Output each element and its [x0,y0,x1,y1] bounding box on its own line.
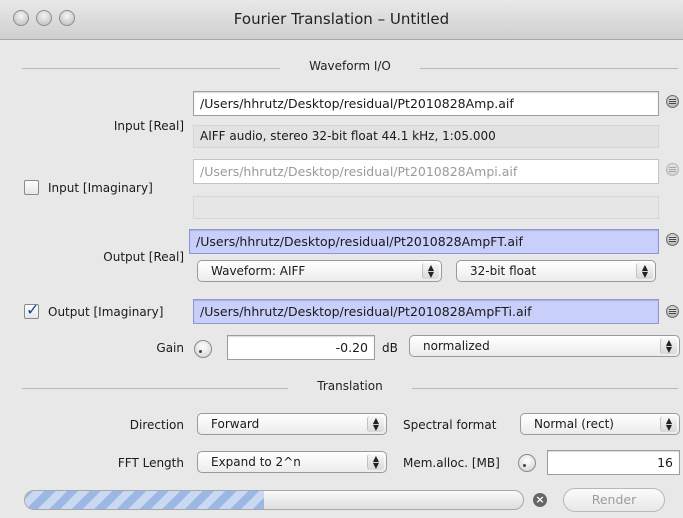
section-divider-right [412,388,678,389]
input-imaginary-label: Input [Imaginary] [48,181,153,195]
spectral-format-value: Normal (rect) [534,417,614,431]
input-imaginary-browse-icon[interactable] [666,163,679,176]
direction-popup[interactable]: Forward ▲ ▼ [197,413,387,435]
gain-label: Gain [156,341,184,355]
popup-arrows-icon: ▲ ▼ [367,454,384,470]
mem-alloc-dial-icon[interactable] [518,454,536,472]
popup-arrows-icon: ▲ ▼ [660,338,677,354]
translation-header: Translation [317,379,383,393]
progress-fill [25,491,265,509]
direction-value: Forward [211,417,260,431]
gain-mode-popup[interactable]: normalized ▲ ▼ [409,335,680,357]
input-real-browse-icon[interactable] [666,95,679,108]
gain-dial-icon[interactable] [194,340,212,358]
output-resolution-value: 32-bit float [470,264,537,278]
input-real-label: Input [Real] [113,119,184,133]
input-imaginary-path-field[interactable]: /Users/hhrutz/Desktop/residual/Pt2010828… [193,159,659,184]
translation-section-header: Translation [22,378,678,398]
waveform-io-header: Waveform I/O [309,59,391,73]
arrow-down-icon: ▼ [427,270,435,279]
output-imaginary-browse-icon[interactable] [666,305,679,318]
gain-mode-value: normalized [423,339,490,353]
progress-bar [24,490,524,510]
waveform-io-section-header: Waveform I/O [22,58,678,78]
popup-arrows-icon: ▲ ▼ [660,416,677,432]
gain-value-field[interactable]: -0.20 [227,335,375,360]
output-format-value: Waveform: AIFF [211,264,306,278]
output-imaginary-path-field[interactable]: /Users/hhrutz/Desktop/residual/Pt2010828… [193,299,659,324]
output-imaginary-label: Output [Imaginary] [48,305,164,319]
window-title: Fourier Translation – Untitled [233,10,450,28]
render-button[interactable]: Render [563,488,665,512]
arrow-down-icon: ▼ [372,461,380,470]
output-format-popup[interactable]: Waveform: AIFF ▲ ▼ [197,260,442,282]
title-bar: Fourier Translation – Untitled [0,0,683,40]
mem-alloc-label: Mem.alloc. [MB] [403,456,500,470]
output-imaginary-checkbox[interactable]: ✓ [24,300,39,319]
input-imaginary-checkbox[interactable] [24,180,39,195]
stop-icon[interactable]: × [533,493,547,507]
popup-arrows-icon: ▲ ▼ [422,263,439,279]
arrow-down-icon: ▼ [665,345,673,354]
popup-arrows-icon: ▲ ▼ [367,416,384,432]
input-imaginary-info [193,196,659,219]
checkmark-icon: ✓ [26,300,40,319]
input-real-path-field[interactable]: /Users/hhrutz/Desktop/residual/Pt2010828… [193,91,659,116]
fft-length-value: Expand to 2^n [211,455,301,469]
section-divider-right [420,68,678,69]
output-resolution-popup[interactable]: 32-bit float ▲ ▼ [456,260,656,282]
arrow-down-icon: ▼ [641,270,649,279]
output-real-path-field[interactable]: /Users/hhrutz/Desktop/residual/Pt2010828… [189,229,659,254]
direction-label: Direction [129,418,184,432]
fft-length-popup[interactable]: Expand to 2^n ▲ ▼ [197,451,387,473]
gain-unit: dB [382,341,398,355]
arrow-down-icon: ▼ [665,423,673,432]
mem-alloc-field[interactable]: 16 [547,450,680,475]
output-real-browse-icon[interactable] [666,233,679,246]
spectral-format-popup[interactable]: Normal (rect) ▲ ▼ [520,413,680,435]
fourier-translation-window: Fourier Translation – Untitled Waveform … [0,0,683,518]
output-real-label: Output [Real] [103,250,184,264]
spectral-format-label: Spectral format [403,418,497,432]
fft-length-label: FFT Length [117,456,184,470]
arrow-down-icon: ▼ [372,423,380,432]
popup-arrows-icon: ▲ ▼ [636,263,653,279]
input-real-info: AIFF audio, stereo 32-bit float 44.1 kHz… [193,125,659,148]
